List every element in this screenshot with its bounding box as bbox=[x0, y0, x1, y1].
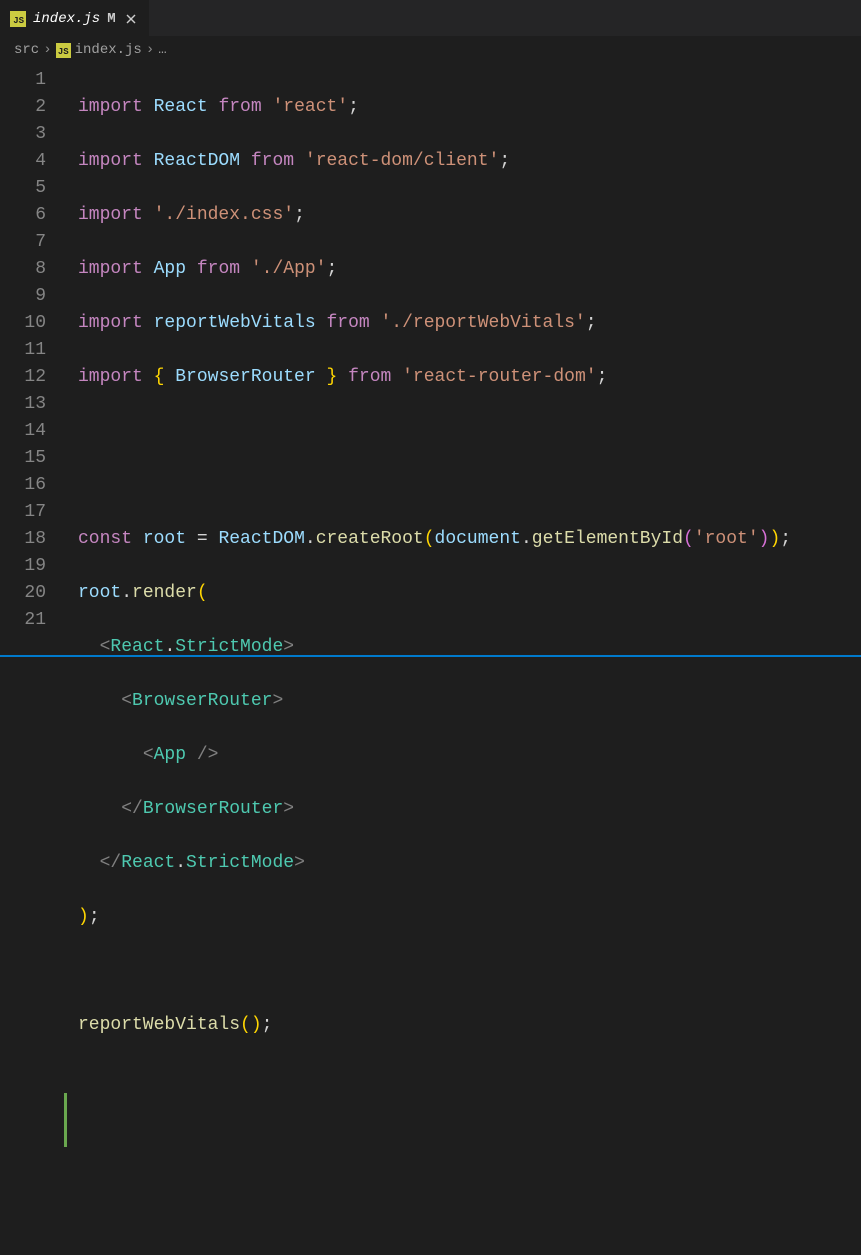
chevron-right-icon: › bbox=[146, 42, 154, 58]
tab-active[interactable]: JS index.js M bbox=[0, 0, 149, 36]
editor[interactable]: 1 2 3 4 5 6 7 8 9 10 11 12 13 14 15 16 1… bbox=[0, 63, 861, 657]
line-number: 18 bbox=[12, 526, 46, 553]
code-line[interactable]: import { BrowserRouter } from 'react-rou… bbox=[78, 364, 791, 391]
code-line[interactable] bbox=[78, 472, 791, 499]
breadcrumb-filename[interactable]: index.js bbox=[75, 42, 142, 58]
line-number: 3 bbox=[12, 121, 46, 148]
modified-gutter-indicator bbox=[64, 1093, 67, 1147]
code-line[interactable] bbox=[78, 1174, 791, 1201]
code-line[interactable]: <App /> bbox=[78, 742, 791, 769]
line-number: 7 bbox=[12, 229, 46, 256]
code-line[interactable]: const root = ReactDOM.createRoot(documen… bbox=[78, 526, 791, 553]
code-line[interactable]: </React.StrictMode> bbox=[78, 850, 791, 877]
code-line[interactable]: <BrowserRouter> bbox=[78, 688, 791, 715]
tab-modified-marker: M bbox=[107, 11, 115, 27]
line-number: 9 bbox=[12, 283, 46, 310]
code-line[interactable]: import App from './App'; bbox=[78, 256, 791, 283]
tab-filename: index.js bbox=[33, 11, 100, 27]
chevron-right-icon: › bbox=[43, 42, 51, 58]
gutter: 1 2 3 4 5 6 7 8 9 10 11 12 13 14 15 16 1… bbox=[0, 63, 64, 657]
line-number: 20 bbox=[12, 580, 46, 607]
code-line[interactable] bbox=[78, 1120, 791, 1147]
line-number: 13 bbox=[12, 391, 46, 418]
code-line[interactable] bbox=[78, 958, 791, 985]
code-line[interactable] bbox=[78, 1066, 791, 1093]
line-number: 16 bbox=[12, 472, 46, 499]
code-line[interactable]: import reportWebVitals from './reportWeb… bbox=[78, 310, 791, 337]
breadcrumb-ellipsis[interactable]: … bbox=[158, 42, 166, 58]
code-line[interactable]: import './index.css'; bbox=[78, 202, 791, 229]
breadcrumb[interactable]: src › JS index.js › … bbox=[0, 37, 861, 63]
line-number: 1 bbox=[12, 67, 46, 94]
line-number: 4 bbox=[12, 148, 46, 175]
line-number: 10 bbox=[12, 310, 46, 337]
line-number: 15 bbox=[12, 445, 46, 472]
line-number: 19 bbox=[12, 553, 46, 580]
line-number: 21 bbox=[12, 607, 46, 634]
line-number: 8 bbox=[12, 256, 46, 283]
code-line[interactable]: </BrowserRouter> bbox=[78, 796, 791, 823]
close-icon[interactable] bbox=[123, 11, 139, 27]
breadcrumb-folder[interactable]: src bbox=[14, 42, 39, 58]
line-number: 11 bbox=[12, 337, 46, 364]
code-line[interactable]: root.render( bbox=[78, 580, 791, 607]
line-number: 6 bbox=[12, 202, 46, 229]
code-line[interactable]: reportWebVitals(); bbox=[78, 1012, 791, 1039]
code-line[interactable]: ); bbox=[78, 904, 791, 931]
code-area[interactable]: import React from 'react'; import ReactD… bbox=[64, 63, 791, 657]
code-line[interactable]: import React from 'react'; bbox=[78, 94, 791, 121]
code-line[interactable] bbox=[78, 418, 791, 445]
js-file-icon: JS bbox=[56, 43, 71, 58]
line-number: 14 bbox=[12, 418, 46, 445]
tab-bar: JS index.js M bbox=[0, 0, 861, 37]
line-number: 12 bbox=[12, 364, 46, 391]
code-line[interactable]: import ReactDOM from 'react-dom/client'; bbox=[78, 148, 791, 175]
line-number: 2 bbox=[12, 94, 46, 121]
line-number: 5 bbox=[12, 175, 46, 202]
js-file-icon: JS bbox=[10, 11, 26, 27]
line-number: 17 bbox=[12, 499, 46, 526]
